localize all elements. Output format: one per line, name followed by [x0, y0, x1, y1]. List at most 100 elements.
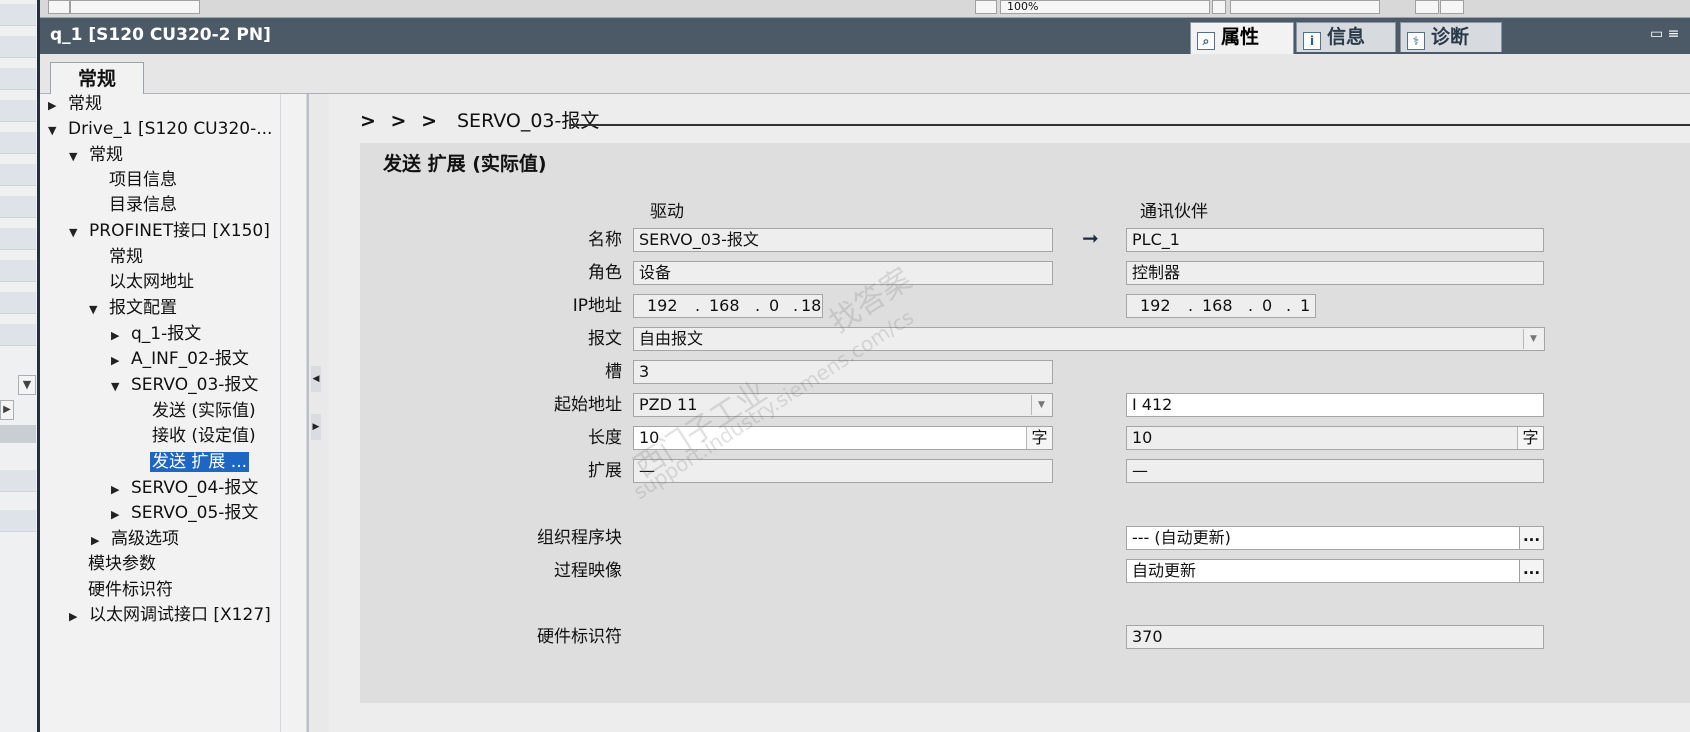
label-hw-identifier: 硬件标识符 [537, 627, 622, 647]
pane-splitter[interactable]: ◀ ▶ [307, 94, 329, 732]
send-extension-panel: 发送 扩展 (实际值) 驱动 通讯伙伴 名称 SERVO_03-报文 ➞ PLC… [360, 143, 1690, 703]
tree-item-module-params[interactable]: 模块参数 [88, 551, 156, 577]
tab-info[interactable]: i 信息 [1296, 22, 1396, 52]
section-tab-row: 常规 [40, 54, 1690, 95]
chevron-down-icon[interactable]: ▼ [1031, 395, 1051, 415]
tab-properties[interactable]: ⌕ 属性 [1190, 22, 1294, 54]
diagnostics-icon: ⚕ [1407, 32, 1425, 50]
strip-row [0, 132, 36, 154]
browse-button[interactable]: ... [1519, 560, 1543, 582]
zoom-arrow-icon[interactable] [975, 0, 997, 14]
collapse-arrow-icon[interactable]: ▼ [69, 144, 89, 170]
tree-item-ethernet-address[interactable]: 以太网地址 [109, 269, 194, 295]
strip-row [0, 196, 36, 218]
breadcrumb-chevrons[interactable]: > > > [360, 110, 441, 132]
label-telegram: 报文 [588, 329, 622, 349]
drive-start-select[interactable]: PZD 11 ▼ [633, 393, 1053, 417]
drive-length-input[interactable]: 10 字 [633, 426, 1053, 450]
hw-identifier-field: 370 [1126, 625, 1544, 649]
inspector-title-bar: q_1 [S120 CU320-2 PN] ⌕ 属性 i 信息 ⚕ 诊断 ▭ ≡ [40, 18, 1690, 54]
collapse-arrow-icon[interactable]: ▼ [89, 297, 109, 323]
strip-row [0, 164, 36, 186]
label-start-address: 起始地址 [554, 395, 622, 415]
strip-row [0, 68, 36, 90]
tree-item-servo05-telegram[interactable]: ▶ SERVO_05-报文 [111, 500, 258, 526]
tree-item-hw-identifier[interactable]: 硬件标识符 [88, 577, 173, 603]
tree-item-receive-setpoint[interactable]: 接收 (设定值) [152, 423, 256, 449]
strip-row [0, 470, 36, 492]
expand-arrow-icon[interactable]: ▶ [111, 348, 131, 374]
drive-slot-field: 3 [633, 360, 1053, 384]
partner-ip-field: 192. 168. 0. 1 [1126, 294, 1316, 318]
tree-item-q1-telegram[interactable]: ▶ q_1-报文 [111, 321, 201, 347]
partner-length-unit: 字 [1517, 427, 1543, 449]
scroll-right-arrow-icon[interactable]: ▶ [0, 400, 14, 420]
label-organization-block: 组织程序块 [537, 528, 622, 548]
label-name: 名称 [588, 230, 622, 250]
telegram-select-value: 自由报文 [639, 329, 704, 348]
zoom-dropdown-icon[interactable] [1212, 0, 1226, 14]
partner-start-input[interactable]: I 412 [1126, 393, 1544, 417]
strip-row [0, 292, 36, 314]
chevron-down-icon[interactable]: ▼ [1523, 329, 1543, 349]
organization-block-field[interactable]: --- (自动更新) ... [1126, 526, 1544, 550]
breadcrumb-current: SERVO_03-报文 [457, 110, 600, 132]
horizontal-scrollbar[interactable] [70, 0, 200, 14]
zoom-slider[interactable] [1230, 0, 1380, 14]
tree-item-project-info[interactable]: 项目信息 [109, 167, 177, 193]
expand-right-icon[interactable]: ▶ [311, 414, 321, 440]
tree-item-send-actual[interactable]: 发送 (实际值) [152, 398, 256, 424]
drive-start-value: PZD 11 [639, 395, 698, 414]
drive-extension-field: — [633, 459, 1053, 483]
collapse-arrow-icon[interactable]: ▼ [69, 220, 89, 246]
organization-block-value: --- (自动更新) [1132, 528, 1231, 547]
label-length: 长度 [588, 428, 622, 448]
process-image-field[interactable]: 自动更新 ... [1126, 559, 1544, 583]
browse-button[interactable]: ... [1519, 527, 1543, 549]
tree-item-profinet[interactable]: ▼ PROFINET接口 [X150] [69, 218, 270, 244]
tree-item-catalog-info[interactable]: 目录信息 [109, 192, 177, 218]
tree-item-servo04-telegram[interactable]: ▶ SERVO_04-报文 [111, 475, 258, 501]
label-slot: 槽 [605, 362, 622, 382]
tree-item-advanced-options[interactable]: ▶ 高级选项 [91, 526, 179, 552]
tab-diagnostics[interactable]: ⚕ 诊断 [1400, 22, 1502, 52]
navigation-gutter [280, 94, 307, 732]
tree-item-drive[interactable]: ▼ Drive_1 [S120 CU320-... [48, 116, 272, 142]
window-title: q_1 [S120 CU320-2 PN] [50, 25, 271, 45]
label-extension: 扩展 [588, 461, 622, 481]
collapse-arrow-icon[interactable]: ▼ [111, 374, 131, 400]
tree-item-ethernet-debug[interactable]: ▶ 以太网调试接口 [X127] [69, 602, 271, 628]
label-process-image: 过程映像 [554, 561, 622, 581]
drive-name-field: SERVO_03-报文 [633, 228, 1053, 252]
navigation-tree: ▶ 常规 ▼ Drive_1 [S120 CU320-... ▼ 常规 项目信息 目录… [40, 94, 280, 732]
properties-content: > > > SERVO_03-报文 发送 扩展 (实际值) 驱动 通讯伙伴 名称 … [329, 94, 1690, 732]
tree-item-drive-general[interactable]: ▼ 常规 [69, 142, 123, 168]
tree-item-ainf02-telegram[interactable]: ▶ A_INF_02-报文 [111, 346, 249, 372]
scroll-down-arrow-icon[interactable]: ▼ [18, 375, 36, 395]
strip-divider [0, 425, 36, 443]
tree-item-send-extension[interactable]: 发送 扩展 ... [150, 449, 250, 475]
nav-left-icon[interactable] [1415, 0, 1439, 14]
window-controls-icon[interactable]: ▭ ≡ [1650, 26, 1690, 44]
column-header-partner: 通讯伙伴 [1140, 202, 1208, 222]
tree-item-servo03-telegram[interactable]: ▼ SERVO_03-报文 [111, 372, 258, 398]
telegram-select[interactable]: 自由报文 ▼ [633, 327, 1545, 351]
strip-row [0, 4, 36, 26]
strip-row [0, 100, 36, 122]
previous-pane-strip: ▼ ▶ [0, 0, 40, 732]
expand-arrow-icon[interactable]: ▶ [69, 604, 89, 630]
collapse-left-icon[interactable]: ◀ [311, 366, 321, 392]
strip-row [0, 260, 36, 282]
expand-arrow-icon[interactable]: ▶ [111, 502, 131, 528]
tree-item-telegram-config[interactable]: ▼ 报文配置 [89, 295, 177, 321]
partner-length-field: 10 字 [1126, 426, 1544, 450]
tree-item-profinet-general[interactable]: 常规 [109, 244, 143, 270]
nav-right-icon[interactable] [1440, 0, 1464, 14]
info-icon: i [1303, 32, 1321, 50]
tree-item-general[interactable]: ▶ 常规 [48, 91, 102, 117]
properties-icon: ⌕ [1197, 32, 1215, 50]
tab-diagnostics-label: 诊断 [1431, 26, 1470, 48]
collapse-arrow-icon[interactable]: ▼ [48, 118, 68, 144]
scroll-left-arrow-icon[interactable] [48, 0, 70, 14]
zoom-field[interactable]: 100% [1000, 0, 1210, 14]
